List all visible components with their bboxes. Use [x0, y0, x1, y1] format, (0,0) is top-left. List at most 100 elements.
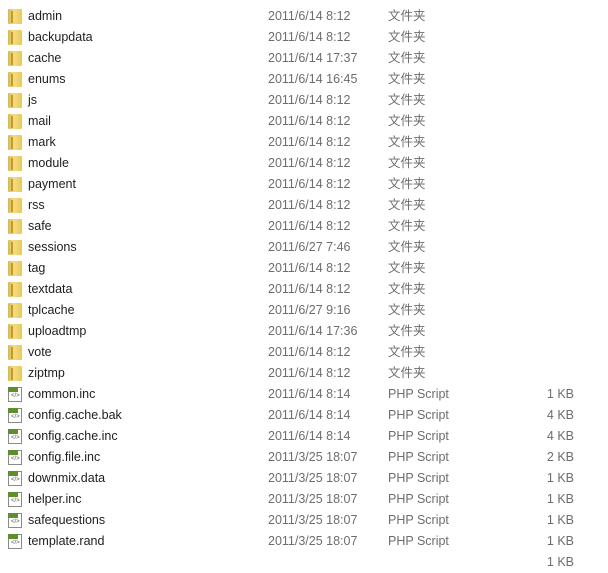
file-name[interactable]: textdata [28, 279, 72, 300]
folder-icon [8, 219, 22, 234]
file-type: 文件夹 [388, 240, 426, 254]
file-name[interactable]: safequestions [28, 510, 105, 531]
folder-icon [8, 93, 22, 108]
date-modified: 2011/6/27 9:16 [268, 303, 351, 317]
file-row[interactable]: common.inc 2011/6/14 8:14 PHP Script 1 KB [0, 384, 608, 405]
date-modified: 2011/6/14 8:12 [268, 366, 351, 380]
date-modified: 2011/6/14 8:12 [268, 219, 351, 233]
file-type: 文件夹 [388, 156, 426, 170]
file-row[interactable]: enums 2011/6/14 16:45 文件夹 [0, 69, 608, 90]
file-name[interactable]: tag [28, 258, 45, 279]
file-name[interactable]: config.cache.inc [28, 426, 118, 447]
date-modified: 2011/3/25 18:07 [268, 450, 358, 464]
folder-icon [8, 51, 22, 66]
file-type: 文件夹 [388, 282, 426, 296]
file-name[interactable]: config.file.inc [28, 447, 100, 468]
file-name[interactable]: template.rand [28, 531, 104, 552]
file-name[interactable]: mail [28, 111, 51, 132]
folder-icon [8, 30, 22, 45]
file-size: 1 KB [546, 555, 574, 569]
folder-icon [8, 198, 22, 213]
file-name[interactable]: ziptmp [28, 363, 65, 384]
file-type: 文件夹 [388, 30, 426, 44]
file-row[interactable]: backupdata 2011/6/14 8:12 文件夹 [0, 27, 608, 48]
folder-icon [8, 366, 22, 381]
file-size: 1 KB [546, 387, 574, 401]
file-row[interactable]: downmix.data 2011/3/25 18:07 PHP Script 1 K… [0, 468, 608, 489]
date-modified: 2011/6/14 8:12 [268, 9, 351, 23]
file-type: PHP Script [388, 429, 449, 443]
file-name[interactable]: safe [28, 216, 52, 237]
file-row[interactable]: vote 2011/6/14 8:12 文件夹 [0, 342, 608, 363]
file-name[interactable]: mark [28, 132, 56, 153]
file-size: 1 KB [546, 534, 574, 548]
php-file-icon [8, 534, 22, 549]
file-name[interactable]: downmix.data [28, 468, 105, 489]
file-row[interactable]: tplcache 2011/6/27 9:16 文件夹 [0, 300, 608, 321]
date-modified: 2011/6/14 8:14 [268, 408, 351, 422]
file-row[interactable]: mark 2011/6/14 8:12 文件夹 [0, 132, 608, 153]
date-modified: 2011/3/25 18:07 [268, 471, 358, 485]
file-row[interactable]: rss 2011/6/14 8:12 文件夹 [0, 195, 608, 216]
folder-icon [8, 261, 22, 276]
date-modified: 2011/6/14 8:12 [268, 345, 351, 359]
file-type: PHP Script [388, 513, 449, 527]
date-modified: 2011/6/14 8:12 [268, 30, 351, 44]
folder-icon [8, 135, 22, 150]
folder-icon [8, 156, 22, 171]
file-name[interactable]: config.cache.bak [28, 405, 122, 426]
file-row[interactable]: payment 2011/6/14 8:12 文件夹 [0, 174, 608, 195]
date-modified: 2011/6/14 8:12 [268, 135, 351, 149]
file-row[interactable]: mail 2011/6/14 8:12 文件夹 [0, 111, 608, 132]
file-row[interactable]: js 2011/6/14 8:12 文件夹 [0, 90, 608, 111]
file-row[interactable]: sessions 2011/6/27 7:46 文件夹 [0, 237, 608, 258]
file-name[interactable]: backupdata [28, 27, 93, 48]
file-row[interactable]: admin 2011/6/14 8:12 文件夹 [0, 6, 608, 27]
folder-icon [8, 72, 22, 87]
file-row[interactable]: cache 2011/6/14 17:37 文件夹 [0, 48, 608, 69]
file-size: 4 KB [546, 408, 574, 422]
file-row[interactable]: textdata 2011/6/14 8:12 文件夹 [0, 279, 608, 300]
php-file-icon [8, 450, 22, 465]
file-name[interactable]: js [28, 90, 37, 111]
folder-icon [8, 240, 22, 255]
date-modified: 2011/6/14 17:37 [268, 51, 358, 65]
file-row[interactable]: config.cache.inc 2011/6/14 8:14 PHP Script… [0, 426, 608, 447]
file-row[interactable]: tag 2011/6/14 8:12 文件夹 [0, 258, 608, 279]
date-modified: 2011/6/14 17:36 [268, 324, 358, 338]
file-name[interactable]: enums [28, 69, 66, 90]
file-name[interactable]: common.inc [28, 384, 95, 405]
file-row[interactable]: ziptmp 2011/6/14 8:12 文件夹 [0, 363, 608, 384]
file-row[interactable]: helper.inc 2011/3/25 18:07 PHP Script 1 KB [0, 489, 608, 510]
file-name[interactable]: helper.inc [28, 489, 82, 510]
file-name[interactable]: sessions [28, 237, 77, 258]
date-modified: 2011/6/14 8:14 [268, 429, 351, 443]
folder-icon [8, 114, 22, 129]
file-row[interactable]: 1 KB [0, 552, 608, 573]
file-name[interactable]: vote [28, 342, 52, 363]
file-name[interactable]: tplcache [28, 300, 75, 321]
folder-icon [8, 9, 22, 24]
php-file-icon [8, 471, 22, 486]
file-type: PHP Script [388, 387, 449, 401]
file-name[interactable]: payment [28, 174, 76, 195]
file-name[interactable]: rss [28, 195, 45, 216]
file-type: 文件夹 [388, 177, 426, 191]
file-name[interactable]: uploadtmp [28, 321, 86, 342]
php-file-icon [8, 492, 22, 507]
file-type: PHP Script [388, 492, 449, 506]
file-name[interactable]: admin [28, 6, 62, 27]
file-size: 1 KB [546, 492, 574, 506]
file-name[interactable]: cache [28, 48, 61, 69]
file-row[interactable]: config.file.inc 2011/3/25 18:07 PHP Script… [0, 447, 608, 468]
file-row[interactable]: template.rand 2011/3/25 18:07 PHP Script 1 … [0, 531, 608, 552]
file-type: 文件夹 [388, 72, 426, 86]
php-file-icon [8, 408, 22, 423]
file-row[interactable]: uploadtmp 2011/6/14 17:36 文件夹 [0, 321, 608, 342]
file-type: PHP Script [388, 450, 449, 464]
file-row[interactable]: safe 2011/6/14 8:12 文件夹 [0, 216, 608, 237]
file-row[interactable]: config.cache.bak 2011/6/14 8:14 PHP Script… [0, 405, 608, 426]
file-row[interactable]: safequestions 2011/3/25 18:07 PHP Script 1 … [0, 510, 608, 531]
file-name[interactable]: module [28, 153, 69, 174]
file-row[interactable]: module 2011/6/14 8:12 文件夹 [0, 153, 608, 174]
